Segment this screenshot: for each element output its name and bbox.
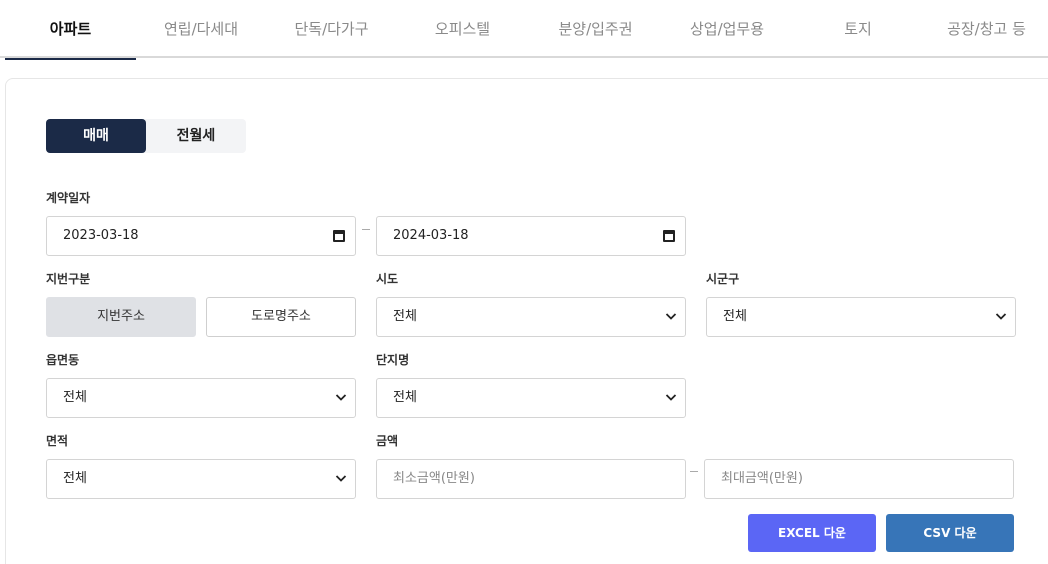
amount-label: 금액 — [376, 434, 399, 448]
sido-selected-value: 전체 — [393, 309, 417, 324]
deal-type-rent-button[interactable]: 전월세 — [146, 119, 246, 153]
complex-label: 단지명 — [376, 353, 410, 367]
complex-select[interactable]: 전체 — [376, 378, 686, 418]
amount-range-separator — [690, 471, 698, 472]
sigungu-label: 시군구 — [706, 272, 740, 286]
start-date-value: 2023-03-18 — [63, 228, 139, 243]
excel-download-button[interactable]: EXCEL 다운 — [748, 514, 876, 552]
eupmyeondong-select[interactable]: 전체 — [46, 378, 356, 418]
calendar-icon[interactable] — [333, 230, 345, 242]
sido-label: 시도 — [376, 272, 399, 286]
chevron-down-icon — [665, 394, 677, 401]
property-type-tabs: 아파트 연립/다세대 단독/다가구 오피스텔 분양/입주권 상업/업무용 토지 … — [0, 0, 1048, 60]
tab-commercial[interactable]: 상업/업무용 — [663, 0, 791, 58]
area-selected-value: 전체 — [63, 471, 87, 486]
end-date-value: 2024-03-18 — [393, 228, 469, 243]
deal-type-toggle: 매매 전월세 — [46, 119, 246, 153]
jibun-address-button[interactable]: 지번주소 — [46, 297, 196, 337]
chevron-down-icon — [335, 394, 347, 401]
tab-detached-house[interactable]: 단독/다가구 — [266, 0, 397, 58]
chevron-down-icon — [995, 313, 1007, 320]
chevron-down-icon — [335, 475, 347, 482]
chevron-down-icon — [665, 313, 677, 320]
lot-type-label: 지번구분 — [46, 272, 91, 286]
date-range-separator — [362, 229, 370, 230]
contract-date-label: 계약일자 — [46, 191, 91, 205]
tab-row-house[interactable]: 연립/다세대 — [136, 0, 266, 58]
area-select[interactable]: 전체 — [46, 459, 356, 499]
tab-land[interactable]: 토지 — [791, 0, 925, 58]
complex-selected-value: 전체 — [393, 390, 417, 405]
sigungu-selected-value: 전체 — [723, 309, 747, 324]
tab-presale-rights[interactable]: 분양/입주권 — [528, 0, 663, 58]
end-date-input[interactable]: 2024-03-18 — [376, 216, 686, 256]
tab-apartment[interactable]: 아파트 — [5, 0, 136, 60]
max-amount-input[interactable]: 최대금액(만원) — [704, 459, 1014, 499]
road-address-button[interactable]: 도로명주소 — [206, 297, 356, 337]
min-amount-input[interactable]: 최소금액(만원) — [376, 459, 686, 499]
csv-download-button[interactable]: CSV 다운 — [886, 514, 1014, 552]
start-date-input[interactable]: 2023-03-18 — [46, 216, 356, 256]
min-amount-placeholder: 최소금액(만원) — [393, 471, 475, 486]
eupmyeondong-label: 읍면동 — [46, 353, 80, 367]
area-label: 면적 — [46, 434, 69, 448]
max-amount-placeholder: 최대금액(만원) — [721, 471, 803, 486]
tab-factory-warehouse[interactable]: 공장/창고 등 — [925, 0, 1048, 58]
sido-select[interactable]: 전체 — [376, 297, 686, 337]
eupmyeondong-selected-value: 전체 — [63, 390, 87, 405]
deal-type-sale-button[interactable]: 매매 — [46, 119, 146, 153]
tab-officetel[interactable]: 오피스텔 — [397, 0, 528, 58]
calendar-icon[interactable] — [663, 230, 675, 242]
sigungu-select[interactable]: 전체 — [706, 297, 1016, 337]
